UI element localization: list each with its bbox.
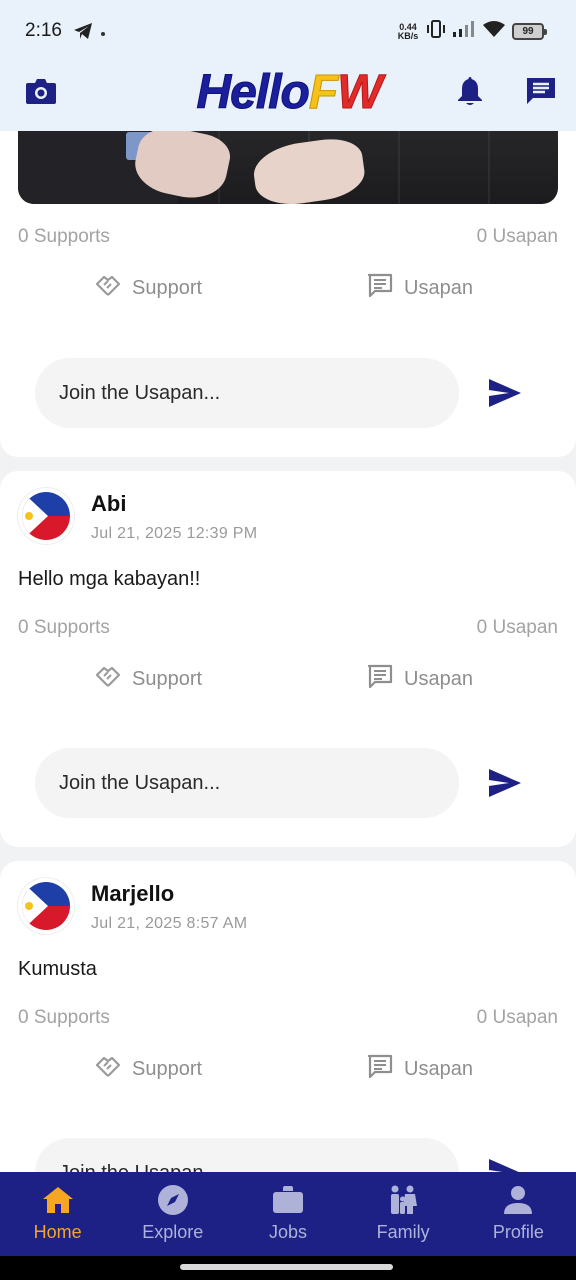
briefcase-icon xyxy=(272,1184,304,1216)
supports-count: 0 Supports xyxy=(18,226,110,247)
post-timestamp: Jul 21, 2025 12:39 PM xyxy=(91,525,258,542)
bottom-nav: Home Explore Jobs Family Profile xyxy=(0,1172,576,1256)
support-button[interactable]: Support xyxy=(94,1051,202,1087)
nav-family-label: Family xyxy=(376,1222,430,1242)
person-icon xyxy=(502,1184,534,1216)
handshake-icon xyxy=(94,662,122,696)
signal-icon xyxy=(452,20,476,43)
usapan-button[interactable]: Usapan xyxy=(366,661,473,697)
post-counts: 0 Supports 0 Usapan xyxy=(18,1007,558,1029)
status-time: 2:16 xyxy=(25,20,62,41)
nav-profile-label: Profile xyxy=(492,1222,544,1242)
nav-home-label: Home xyxy=(33,1222,82,1242)
comment-input[interactable] xyxy=(35,748,459,818)
camera-icon[interactable] xyxy=(24,74,58,108)
post-card: 0 Supports 0 Usapan Support Usapan xyxy=(0,100,576,457)
nav-home[interactable]: Home xyxy=(0,1172,115,1256)
send-icon[interactable] xyxy=(487,376,523,410)
handshake-icon xyxy=(94,1052,122,1086)
usapan-count: 0 Usapan xyxy=(476,617,558,638)
comment-input[interactable] xyxy=(35,358,459,428)
post-text: Hello mga kabayan!! xyxy=(18,568,201,590)
app-header: Hello F W xyxy=(0,60,576,131)
nav-family[interactable]: Family xyxy=(346,1172,461,1256)
usapan-count: 0 Usapan xyxy=(476,1007,558,1028)
supports-count: 0 Supports xyxy=(18,617,110,638)
comment-icon xyxy=(366,271,394,305)
supports-count: 0 Supports xyxy=(18,1007,110,1028)
support-label: Support xyxy=(132,667,203,690)
nav-jobs[interactable]: Jobs xyxy=(230,1172,345,1256)
vibrate-icon xyxy=(426,19,446,44)
support-button[interactable]: Support xyxy=(94,270,202,306)
system-gesture-bar xyxy=(0,1256,576,1280)
support-label: Support xyxy=(132,276,203,299)
post-counts: 0 Supports 0 Usapan xyxy=(18,226,558,248)
post-author[interactable]: Marjello xyxy=(91,881,174,907)
usapan-count: 0 Usapan xyxy=(476,226,558,247)
telegram-icon xyxy=(73,22,93,45)
usapan-label: Usapan xyxy=(404,1057,473,1080)
home-gesture-handle[interactable] xyxy=(180,1264,393,1270)
comment-icon xyxy=(366,662,394,696)
avatar[interactable] xyxy=(18,488,74,544)
usapan-button[interactable]: Usapan xyxy=(366,1051,473,1087)
post-text: Kumusta xyxy=(18,958,97,980)
usapan-label: Usapan xyxy=(404,667,473,690)
post-counts: 0 Supports 0 Usapan xyxy=(18,617,558,639)
post-timestamp: Jul 21, 2025 8:57 AM xyxy=(91,915,248,932)
wifi-icon xyxy=(482,20,506,43)
nav-profile[interactable]: Profile xyxy=(461,1172,576,1256)
home-icon xyxy=(42,1184,74,1216)
network-speed: 0.44 KB/s xyxy=(397,21,419,41)
top-bar: 2:16 0.44 KB/s 99 Hello F W xyxy=(0,0,576,131)
bell-icon[interactable] xyxy=(453,74,487,108)
support-button[interactable]: Support xyxy=(94,661,202,697)
battery-icon: 99 xyxy=(512,23,547,40)
post-card: Abi Jul 21, 2025 12:39 PM Hello mga kaba… xyxy=(0,471,576,847)
avatar[interactable] xyxy=(18,878,74,934)
post-author[interactable]: Abi xyxy=(91,491,126,517)
nav-explore-label: Explore xyxy=(142,1222,204,1242)
send-icon[interactable] xyxy=(487,766,523,800)
nav-jobs-label: Jobs xyxy=(268,1222,307,1242)
usapan-label: Usapan xyxy=(404,276,473,299)
handshake-icon xyxy=(94,271,122,305)
compass-icon xyxy=(157,1184,189,1216)
notification-dot-icon xyxy=(101,31,105,36)
status-bar: 2:16 0.44 KB/s 99 xyxy=(0,0,576,60)
family-icon xyxy=(387,1184,419,1216)
usapan-button[interactable]: Usapan xyxy=(366,270,473,306)
comment-icon xyxy=(366,1052,394,1086)
nav-explore[interactable]: Explore xyxy=(115,1172,230,1256)
message-icon[interactable] xyxy=(524,74,558,108)
app-logo: Hello F W xyxy=(196,65,383,119)
support-label: Support xyxy=(132,1057,203,1080)
